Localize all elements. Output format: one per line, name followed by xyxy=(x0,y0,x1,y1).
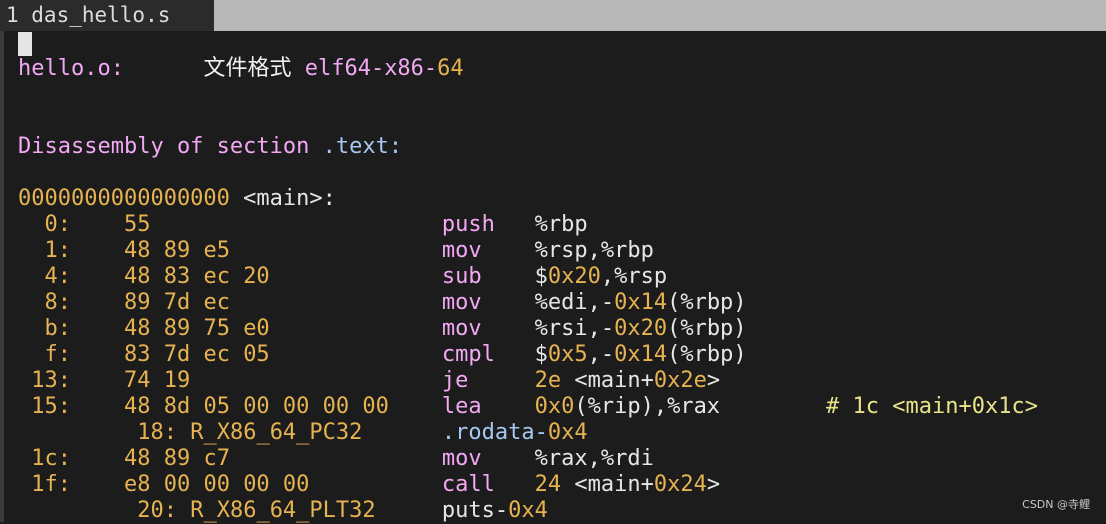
instruction-bytes: 48 8d 05 00 00 00 00 xyxy=(123,394,389,419)
instruction-opcode: sub xyxy=(441,264,482,289)
instruction-line: 1c: 48 89 c7 mov %rax,%rdi xyxy=(18,446,654,472)
instruction-bytes: 48 89 75 e0 xyxy=(123,316,270,341)
instruction-operand: %edi,- xyxy=(534,290,615,315)
format-prefix: elf64-x86- xyxy=(304,56,438,81)
instruction-operand: %rax,%rdi xyxy=(534,446,654,471)
instruction-operand: $ xyxy=(534,264,548,289)
instruction-operand: ,- xyxy=(587,342,615,367)
instruction-bytes: e8 00 00 00 00 xyxy=(123,472,310,497)
instruction-operand: > xyxy=(706,472,721,497)
instruction-bytes: 89 7d ec xyxy=(123,290,230,315)
relocation-line: 18: R_X86_64_PC32 .rodata-0x4 xyxy=(18,420,588,446)
file-name: hello.o: xyxy=(18,56,124,81)
format-suffix: 64 xyxy=(437,56,464,81)
section-text: Disassembly of section xyxy=(18,134,310,159)
instruction-opcode: push xyxy=(441,212,495,237)
instruction-operand: %rsi,- xyxy=(534,316,615,341)
instruction-operand: 0x0 xyxy=(534,394,575,419)
instruction-operand: 0x20 xyxy=(614,316,668,341)
instruction-comment: > xyxy=(1024,394,1038,419)
instruction-opcode: mov xyxy=(441,238,482,263)
reloc-target: .rodata- xyxy=(441,420,548,445)
instruction-operand: <main+ xyxy=(561,368,654,393)
instruction-operand: (%rbp) xyxy=(667,316,747,341)
instruction-offset: 0: xyxy=(44,212,72,237)
instruction-bytes: 74 19 xyxy=(123,368,191,393)
reloc-target: puts- xyxy=(441,498,509,523)
instruction-comment: # 1c <main+ xyxy=(826,394,972,419)
instruction-opcode: lea xyxy=(441,394,482,419)
instruction-operand: 2e xyxy=(534,368,562,393)
instruction-offset: 1: xyxy=(44,238,72,263)
reloc-name: R_X86_64_PLT32 xyxy=(190,498,376,523)
reloc-offset: 20: xyxy=(137,498,177,523)
instruction-offset: 1f: xyxy=(31,472,71,497)
instruction-operand: ,%rsp xyxy=(600,264,668,289)
instruction-offset: 1c: xyxy=(31,446,71,471)
instruction-operand: %rbp xyxy=(534,212,588,237)
instruction-line: 4: 48 83 ec 20 sub $0x20,%rsp xyxy=(18,264,668,290)
section-line: Disassembly of section .text: xyxy=(18,134,402,160)
instruction-operand: 0x20 xyxy=(547,264,601,289)
instruction-opcode: mov xyxy=(441,446,482,471)
file-header-line: hello.o: 文件格式 elf64-x86-64 xyxy=(18,56,464,82)
instruction-offset: 4: xyxy=(44,264,72,289)
instruction-opcode: je xyxy=(441,368,469,393)
instruction-bytes: 48 83 ec 20 xyxy=(123,264,270,289)
instruction-line: b: 48 89 75 e0 mov %rsi,-0x20(%rbp) xyxy=(18,316,747,342)
editor-area[interactable]: hello.o: 文件格式 elf64-x86-64 Disassembly o… xyxy=(0,31,1106,524)
instruction-bytes: 55 xyxy=(123,212,151,237)
instruction-bytes: 48 89 c7 xyxy=(123,446,230,471)
text-cursor xyxy=(18,32,32,56)
instruction-line: 13: 74 19 je 2e <main+0x2e> xyxy=(18,368,720,394)
tab-das-hello[interactable]: 1 das_hello.s xyxy=(0,0,214,31)
format-label: 文件格式 xyxy=(203,56,292,81)
instruction-operand: (%rbp) xyxy=(667,290,747,315)
instruction-line: 1f: e8 00 00 00 00 call 24 <main+0x24> xyxy=(18,472,720,498)
watermark: CSDN @寺鲤 xyxy=(1022,498,1090,511)
symbol-address: 0000000000000000 xyxy=(18,186,230,211)
instruction-line: 8: 89 7d ec mov %edi,-0x14(%rbp) xyxy=(18,290,747,316)
instruction-offset: 15: xyxy=(31,394,71,419)
gutter-rule xyxy=(0,31,4,522)
reloc-name: R_X86_64_PC32 xyxy=(190,420,363,445)
instruction-comment: 0x1c xyxy=(971,394,1025,419)
instruction-operand: <main+ xyxy=(561,472,654,497)
section-name: .text: xyxy=(322,134,403,159)
instruction-opcode: mov xyxy=(441,316,482,341)
instruction-line: f: 83 7d ec 05 cmpl $0x5,-0x14(%rbp) xyxy=(18,342,747,368)
relocation-line: 20: R_X86_64_PLT32 puts-0x4 xyxy=(18,498,548,524)
instruction-operand: %rsp,%rbp xyxy=(534,238,654,263)
reloc-target: 0x4 xyxy=(508,498,548,523)
instruction-line: 1: 48 89 e5 mov %rsp,%rbp xyxy=(18,238,654,264)
instruction-operand: (%rbp) xyxy=(667,342,747,367)
instruction-operand: > xyxy=(706,368,721,393)
symbol-name: <main>: xyxy=(243,186,336,211)
instruction-opcode: mov xyxy=(441,290,482,315)
instruction-line: 0: 55 push %rbp xyxy=(18,212,588,238)
instruction-bytes: 83 7d ec 05 xyxy=(123,342,270,367)
instruction-operand: (%rip),%rax xyxy=(574,394,721,419)
instruction-operand: 0x5 xyxy=(547,342,588,367)
instruction-offset: f: xyxy=(44,342,72,367)
tab-bar: 1 das_hello.s xyxy=(0,0,1106,31)
instruction-operand: 24 xyxy=(534,472,562,497)
instruction-offset: 8: xyxy=(44,290,72,315)
instruction-line: 15: 48 8d 05 00 00 00 00 lea 0x0(%rip),%… xyxy=(18,394,1038,420)
instruction-opcode: cmpl xyxy=(441,342,495,367)
reloc-target: 0x4 xyxy=(547,420,588,445)
instruction-offset: 13: xyxy=(31,368,71,393)
instruction-operand: 0x14 xyxy=(614,342,668,367)
instruction-opcode: call xyxy=(441,472,495,497)
instruction-bytes: 48 89 e5 xyxy=(123,238,230,263)
instruction-operand: $ xyxy=(534,342,548,367)
symbol-line: 0000000000000000 <main>: xyxy=(18,186,336,212)
instruction-offset: b: xyxy=(44,316,72,341)
instruction-operand: 0x24 xyxy=(653,472,707,497)
reloc-offset: 18: xyxy=(137,420,177,445)
instruction-operand: 0x14 xyxy=(614,290,668,315)
instruction-operand: 0x2e xyxy=(653,368,707,393)
